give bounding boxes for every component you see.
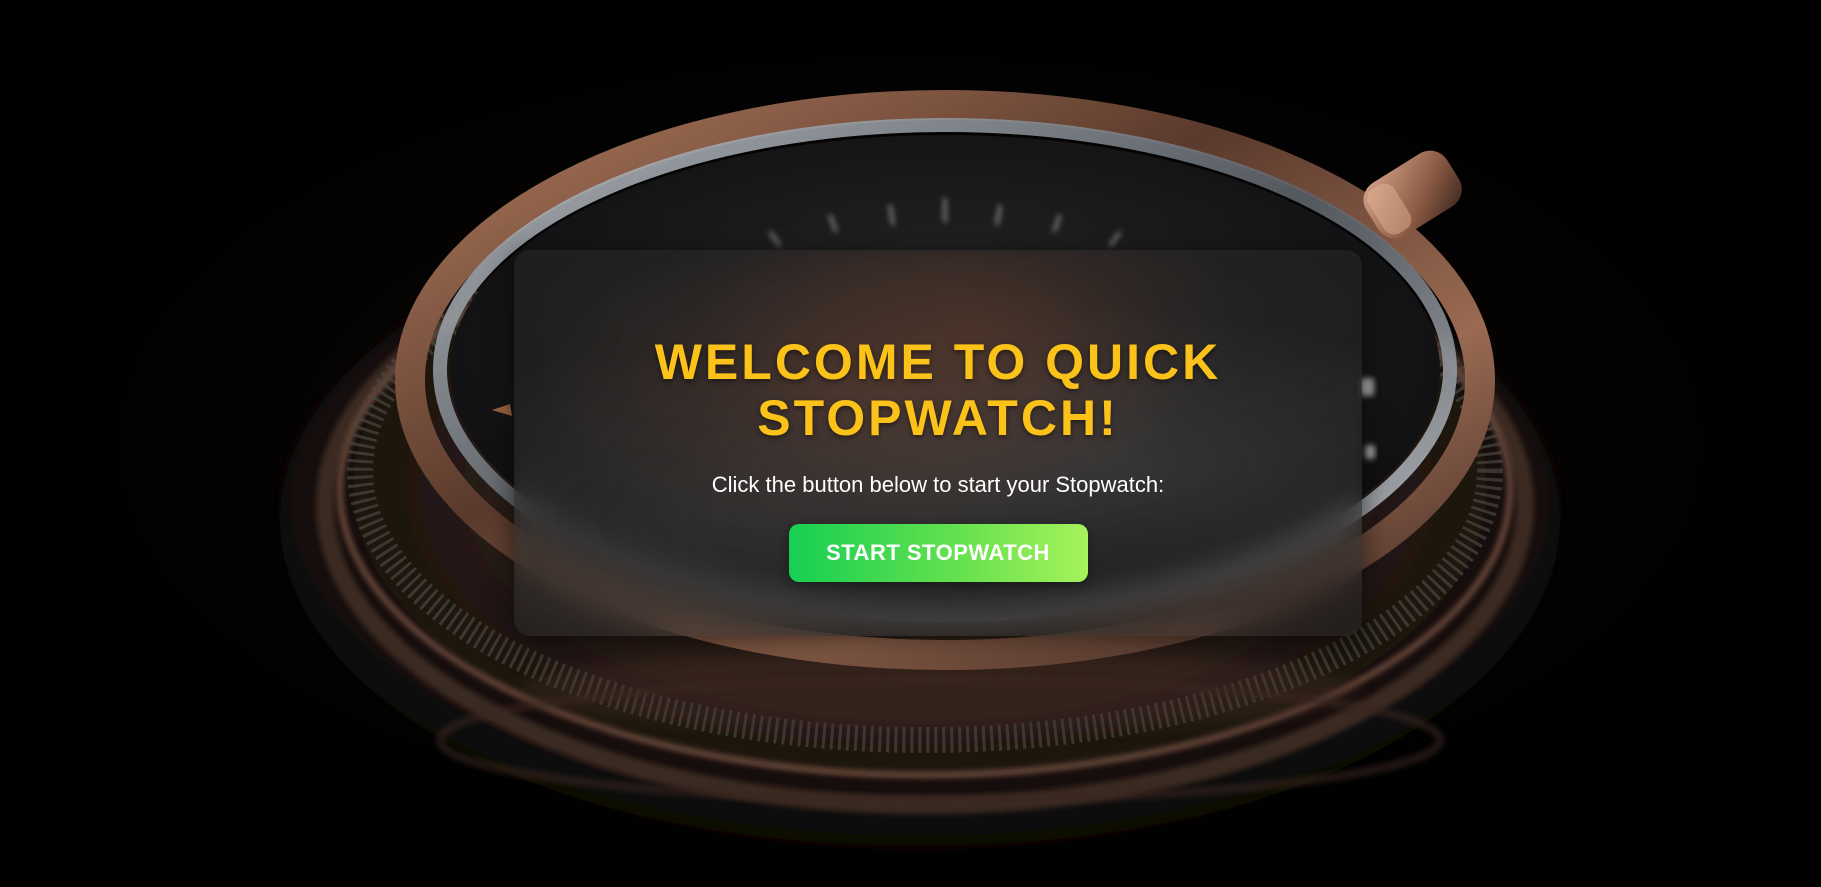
welcome-content: WELCOME TO QUICK STOPWATCH! Click the bu… — [514, 250, 1362, 582]
start-stopwatch-button[interactable]: START STOPWATCH — [788, 524, 1088, 582]
page-title: WELCOME TO QUICK STOPWATCH! — [654, 334, 1222, 446]
instruction-text: Click the button below to start your Sto… — [711, 472, 1165, 497]
welcome-card: WELCOME TO QUICK STOPWATCH! Click the bu… — [514, 250, 1362, 636]
page: WELCOME TO QUICK STOPWATCH! Click the bu… — [0, 0, 1821, 887]
